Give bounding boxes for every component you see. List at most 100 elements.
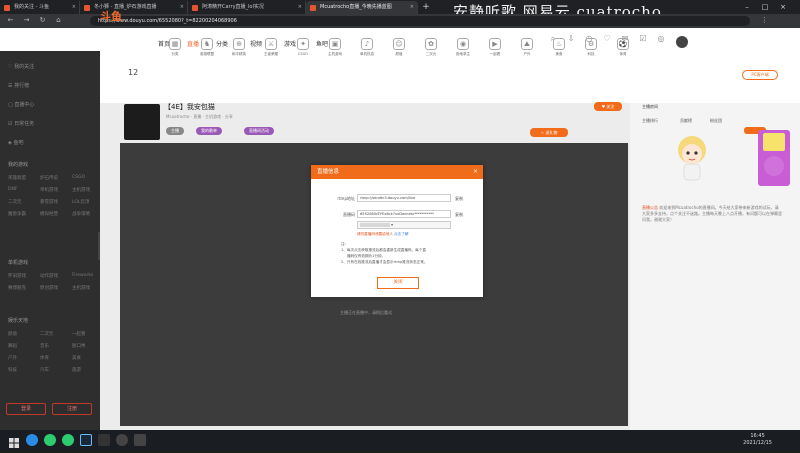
reload-icon[interactable]: ↻ bbox=[38, 16, 47, 25]
right-col-link[interactable]: 粉丝团 bbox=[710, 118, 722, 124]
browser-tab[interactable]: 阿涛精开Carry直播_lol实况 × bbox=[188, 1, 306, 14]
sidebar-grid-item[interactable]: 一起看 bbox=[72, 331, 86, 337]
sidebar-grid-item[interactable]: LOL云顶 bbox=[72, 199, 89, 205]
app-icon[interactable] bbox=[134, 434, 146, 446]
sidebar-item-yuba[interactable]: ◈ 鱼吧 bbox=[8, 139, 23, 146]
sidebar-grid-item[interactable]: 炉石传说 bbox=[40, 175, 58, 181]
close-tab-icon[interactable]: × bbox=[72, 1, 76, 14]
sidebar-grid-item[interactable]: 暴雪游戏 bbox=[40, 199, 58, 205]
sidebar-grid-item[interactable]: 颜值 bbox=[8, 331, 17, 337]
sidebar-grid-item[interactable]: 主机游戏 bbox=[72, 187, 90, 193]
sidebar-grid-item[interactable]: DNF bbox=[8, 187, 17, 192]
rtmp-url-field[interactable]: rtmp://sendtc3.douyu.com/live bbox=[357, 194, 451, 202]
maximize-icon[interactable]: □ bbox=[760, 2, 770, 12]
browser-tab-active[interactable]: Mcuatrocho直播_今晚先播蓝图 × bbox=[306, 1, 418, 14]
sidebar-grid-item[interactable]: 科技 bbox=[8, 367, 17, 373]
category-item[interactable]: ▶ 一起看 bbox=[484, 38, 506, 57]
sidebar-grid-item[interactable]: 英雄联盟 bbox=[8, 175, 26, 181]
sidebar-grid-item[interactable]: 二次元 bbox=[8, 199, 22, 205]
follow-button[interactable]: ♥ 关注 bbox=[594, 102, 622, 111]
obs-icon[interactable] bbox=[116, 434, 128, 446]
sidebar-grid-item[interactable]: 脱口秀 bbox=[72, 343, 86, 349]
sidebar-grid-item[interactable]: 二次元 bbox=[40, 331, 54, 337]
sidebar-grid-item[interactable]: 主机游戏 bbox=[72, 285, 90, 291]
sidebar-grid-item[interactable]: 音乐 bbox=[40, 343, 49, 349]
wechat-icon[interactable] bbox=[44, 434, 56, 446]
back-icon[interactable]: ← bbox=[6, 16, 15, 25]
right-col-link[interactable]: 主播排行 bbox=[642, 118, 658, 124]
sidebar-grid-item[interactable]: 舞蹈 bbox=[8, 343, 17, 349]
category-item[interactable]: ♨ 美食 bbox=[548, 38, 570, 57]
chat-app-icon[interactable] bbox=[62, 434, 74, 446]
minimize-icon[interactable]: – bbox=[742, 2, 752, 12]
stream-code-select[interactable]: ▾ bbox=[357, 221, 451, 229]
gift-button[interactable]: ☆ 送礼物 bbox=[530, 128, 568, 137]
login-button[interactable]: 登录 bbox=[6, 403, 46, 415]
close-tab-icon[interactable]: × bbox=[298, 1, 302, 14]
learn-more-link[interactable]: 点击了解 bbox=[394, 232, 408, 236]
dialog-close-icon[interactable]: × bbox=[473, 165, 478, 179]
dialog-close-button[interactable]: 关闭 bbox=[377, 277, 419, 289]
task-icon[interactable]: ☑ bbox=[636, 33, 650, 45]
url-input[interactable]: https://www.douyu.com/6552080?_t=8220020… bbox=[90, 16, 750, 26]
category-item[interactable]: ⚔ 王者荣耀 bbox=[260, 38, 282, 57]
stream-code-field[interactable]: 6552080rEYEx6ck7vxDacnetx*********** bbox=[357, 210, 451, 218]
avatar[interactable] bbox=[676, 36, 688, 48]
category-item[interactable]: ⊕ 和平精英 bbox=[228, 38, 250, 57]
category-item[interactable]: ✿ 二次元 bbox=[420, 38, 442, 57]
sidebar-grid-item[interactable]: Fireworks bbox=[72, 273, 93, 278]
sidebar-grid-item[interactable]: 体育 bbox=[40, 355, 49, 361]
sidebar-item-follow[interactable]: ♡ 我的关注 bbox=[8, 63, 34, 70]
site-logo[interactable]: 斗鱼 bbox=[100, 8, 122, 24]
sidebar-grid-item[interactable]: 原创游戏 bbox=[40, 285, 58, 291]
sidebar-grid-item[interactable]: 怀旧游戏 bbox=[8, 273, 26, 279]
sidebar-grid-item[interactable]: CSGO bbox=[72, 175, 85, 180]
sidebar-grid-item[interactable]: 汽车 bbox=[40, 367, 49, 373]
sidebar-grid-item[interactable]: 魔兽争霸 bbox=[8, 211, 26, 217]
copy-stream-code-button[interactable]: 复制 bbox=[455, 212, 463, 218]
steam-icon[interactable] bbox=[80, 434, 92, 446]
streamer-avatar[interactable] bbox=[124, 104, 160, 140]
pc-client-button[interactable]: PC客户端 bbox=[742, 70, 778, 80]
category-item[interactable]: ⛰ 户外 bbox=[516, 38, 538, 57]
category-item[interactable]: ✦ CSGO bbox=[292, 38, 314, 56]
taskbar-clock[interactable]: 16:45 2021/12/15 bbox=[743, 433, 772, 447]
app-icon[interactable] bbox=[98, 434, 110, 446]
room-tag[interactable]: 主播 bbox=[166, 127, 184, 135]
category-item[interactable]: ◉ 绝地求生 bbox=[452, 38, 474, 57]
sidebar-item-rank[interactable]: ☰ 排行榜 bbox=[8, 82, 29, 89]
side-promo-banner[interactable] bbox=[758, 130, 790, 186]
category-item[interactable]: ♪ 单机热游 bbox=[356, 38, 378, 57]
close-tab-icon[interactable]: × bbox=[180, 1, 184, 14]
wallet-icon[interactable]: ◎ bbox=[654, 33, 668, 45]
sidebar-item-center[interactable]: ▢ 直播中心 bbox=[8, 101, 34, 108]
sidebar-grid-item[interactable]: 单机游戏 bbox=[40, 187, 58, 193]
category-item[interactable]: ▣ 主机游戏 bbox=[324, 38, 346, 57]
extensions-icon[interactable]: ⋮ bbox=[760, 16, 769, 25]
sidebar-grid-item[interactable]: 战争策略 bbox=[72, 211, 90, 217]
room-tag[interactable]: 我的歌单 bbox=[196, 127, 222, 135]
forward-icon[interactable]: → bbox=[22, 16, 31, 25]
sidebar-grid-item[interactable]: 动作游戏 bbox=[40, 273, 58, 279]
category-item[interactable]: ▦ 分类 bbox=[164, 38, 186, 57]
close-tab-icon[interactable]: × bbox=[410, 1, 414, 14]
new-tab-button[interactable]: + bbox=[420, 1, 432, 13]
sidebar-grid-item[interactable]: 模拟经营 bbox=[40, 211, 58, 217]
category-item[interactable]: ☺ 颜值 bbox=[388, 38, 410, 57]
home-icon[interactable]: ⌂ bbox=[54, 16, 63, 25]
sidebar-item-task[interactable]: ☑ 日常任务 bbox=[8, 120, 34, 127]
edge-icon[interactable] bbox=[26, 434, 38, 446]
category-item[interactable]: ⚽ 体育 bbox=[612, 38, 634, 57]
right-col-link[interactable]: 贡献榜 bbox=[680, 118, 692, 124]
copy-rtmp-button[interactable]: 复制 bbox=[455, 196, 463, 202]
category-item[interactable]: ⚙ 科技 bbox=[580, 38, 602, 57]
browser-tab[interactable]: 冬小狮 - 直播_炉石游戏直播 × bbox=[80, 1, 188, 14]
start-icon[interactable] bbox=[8, 434, 20, 448]
close-window-icon[interactable]: × bbox=[778, 2, 788, 12]
room-tag[interactable]: 直播间活动 bbox=[244, 127, 274, 135]
sidebar-grid-item[interactable]: 旅游 bbox=[72, 367, 81, 373]
sidebar-grid-item[interactable]: 赛博朋克 bbox=[8, 285, 26, 291]
browser-tab[interactable]: 我的关注 - 斗鱼 × bbox=[0, 1, 80, 14]
sidebar-grid-item[interactable]: 户外 bbox=[8, 355, 17, 361]
category-item[interactable]: ♞ 英雄联盟 bbox=[196, 38, 218, 57]
